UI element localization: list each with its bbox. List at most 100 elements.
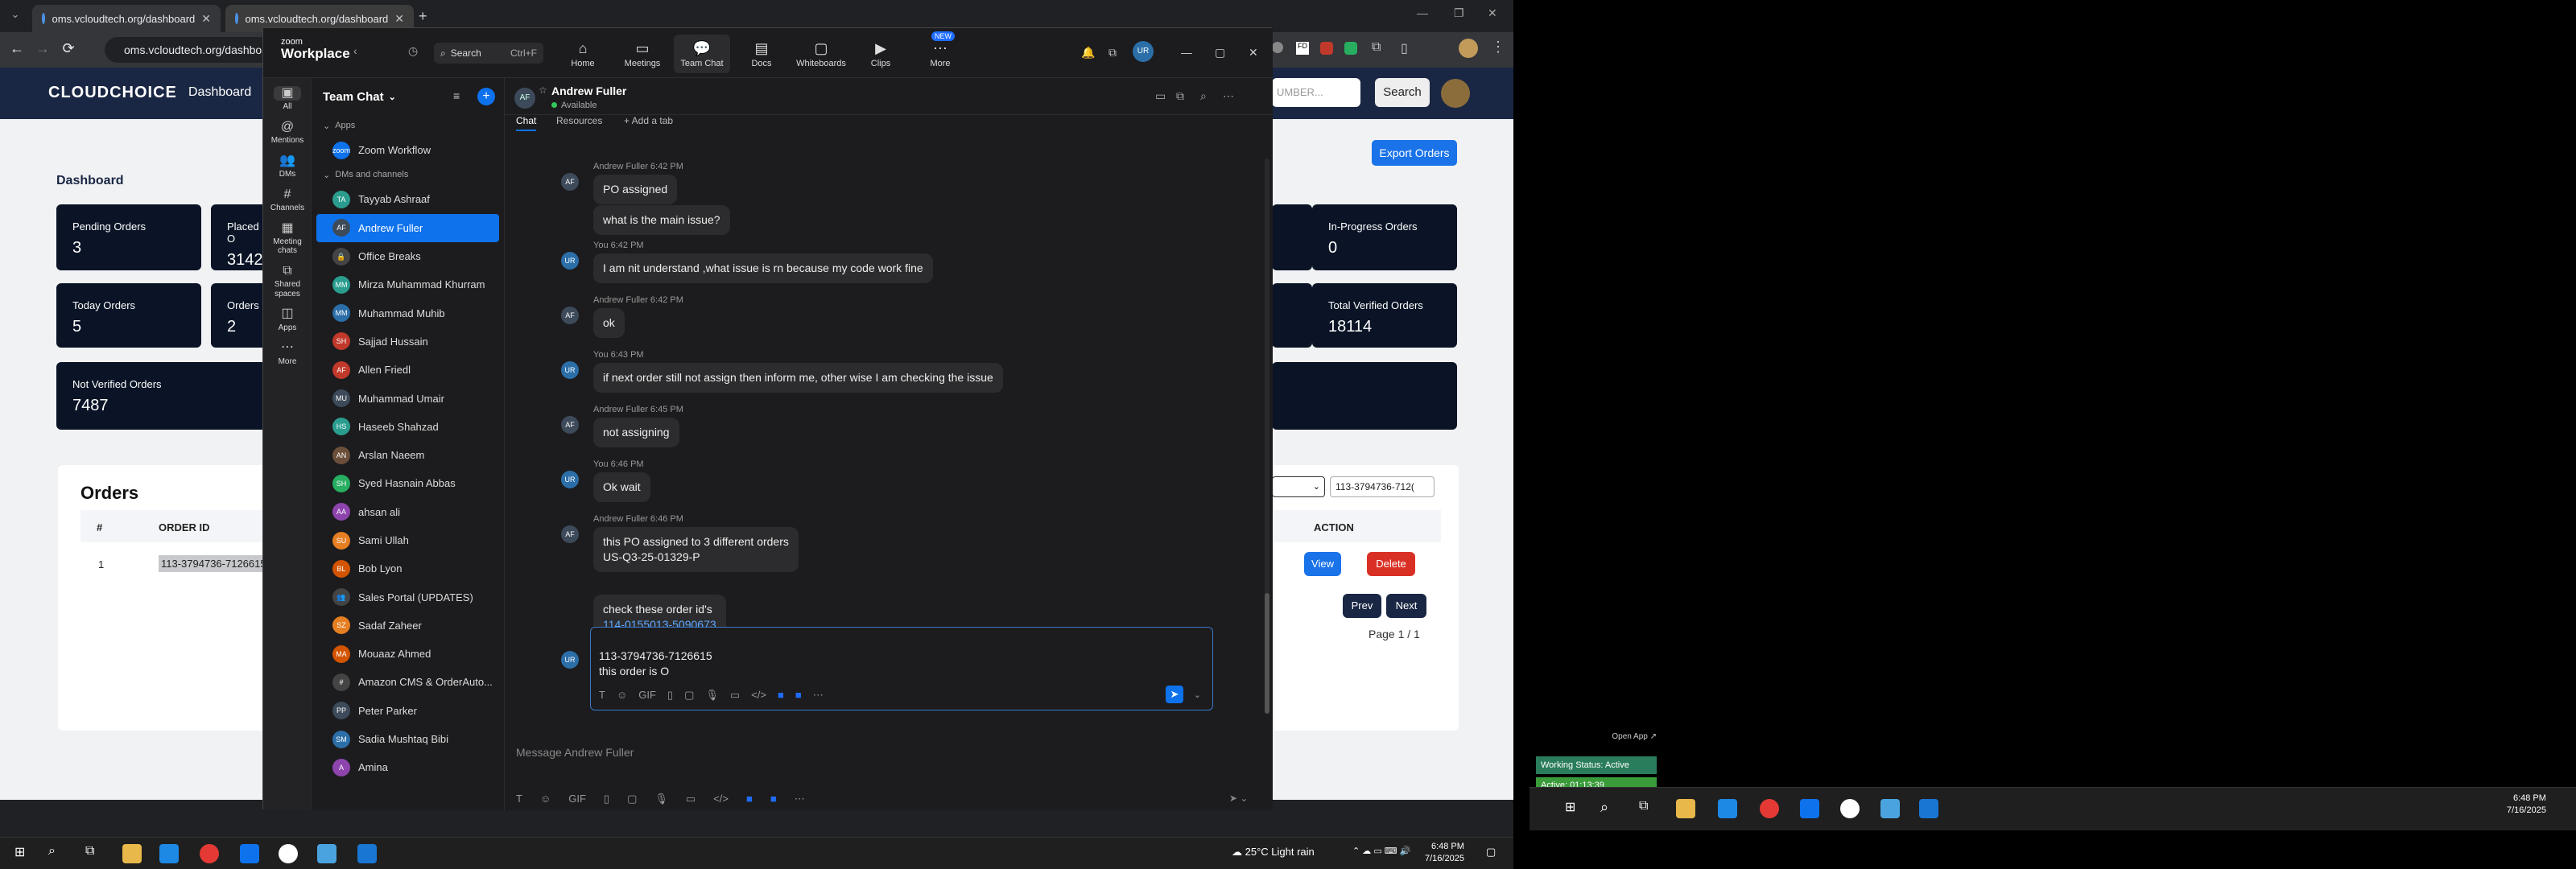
contact-item[interactable]: AF Allen Friedl	[316, 356, 499, 384]
message-avatar[interactable]: AF	[561, 525, 579, 543]
microphone-icon[interactable]: 🎙	[705, 689, 719, 702]
more-icon[interactable]: ⋯	[813, 689, 824, 702]
screen-share-icon[interactable]: ⧉	[1176, 89, 1184, 103]
tab-resources[interactable]: Resources	[556, 115, 602, 126]
code-icon[interactable]: </>	[713, 793, 729, 805]
rail-shared-spaces[interactable]: ⧉ Shared spaces	[263, 264, 312, 299]
export-orders-button[interactable]: Export Orders	[1372, 140, 1457, 166]
contact-item[interactable]: SU Sami Ullah	[316, 526, 499, 554]
app-icon[interactable]	[317, 844, 336, 863]
app-icon[interactable]	[1880, 799, 1900, 818]
tab-docs[interactable]: ▤ Docs	[733, 35, 790, 73]
store-icon[interactable]	[159, 844, 179, 863]
send-icon[interactable]: ➤ ⌄	[1229, 793, 1248, 804]
history-icon[interactable]: ◷	[408, 44, 418, 58]
chat-message[interactable]: AF Andrew Fuller 6:42 PM PO assigned	[561, 162, 1261, 204]
bell-icon[interactable]: 🔔	[1081, 46, 1095, 60]
attach-file-icon[interactable]: ▯	[604, 793, 609, 805]
my-avatar[interactable]: UR	[1133, 41, 1154, 62]
tab-home[interactable]: ⌂ Home	[555, 35, 611, 73]
close-icon[interactable]: ✕	[1249, 46, 1258, 60]
app-icon[interactable]	[1840, 799, 1860, 818]
contact-avatar[interactable]: AF	[514, 88, 535, 109]
extension-icon[interactable]	[1320, 42, 1333, 55]
format-text-icon[interactable]: T	[599, 689, 605, 702]
contact-item[interactable]: MM Muhammad Muhib	[316, 299, 499, 327]
rail-mentions[interactable]: @ Mentions	[263, 120, 312, 146]
tab-more[interactable]: NEW ⋯ More	[912, 31, 968, 73]
gif-icon[interactable]: GIF	[638, 689, 656, 702]
message-avatar[interactable]: AF	[561, 173, 579, 191]
chat-message[interactable]: AF Andrew Fuller 6:45 PM not assigning	[561, 405, 1261, 447]
more-icon[interactable]: ⋯	[795, 793, 805, 805]
emoji-icon[interactable]: ☺	[540, 793, 551, 805]
clock[interactable]: 6:48 PM 7/16/2025	[1425, 841, 1464, 866]
search-icon[interactable]: ⌕	[1200, 89, 1207, 103]
section-apps[interactable]: ⌄ Apps	[312, 115, 504, 136]
contact-item[interactable]: AF Andrew Fuller	[316, 213, 499, 242]
site-logo[interactable]: CLOUDCHOICE	[48, 84, 177, 102]
task-view-icon[interactable]: ⧉	[1639, 799, 1648, 813]
chrome-icon[interactable]	[1760, 799, 1779, 818]
message-input[interactable]: Message Andrew Fuller	[516, 746, 634, 759]
video-icon[interactable]: ▭	[1155, 89, 1166, 103]
chat-contact-name[interactable]: Andrew Fuller	[551, 84, 626, 97]
format-text-icon[interactable]: T	[516, 793, 522, 805]
restore-icon[interactable]: ❐	[1454, 6, 1464, 20]
contact-item[interactable]: HS Haseeb Shahzad	[316, 413, 499, 441]
tab-clips[interactable]: ▶ Clips	[852, 35, 909, 73]
extensions-puzzle-icon[interactable]: ⧉	[1372, 40, 1381, 55]
tab-meetings[interactable]: ▭ Meetings	[614, 35, 671, 73]
microphone-icon[interactable]: 🎙	[654, 793, 668, 805]
video-message-icon[interactable]: ▭	[730, 689, 740, 702]
send-options-chevron-icon[interactable]: ⌄	[1194, 690, 1201, 700]
contact-item[interactable]: MM Mirza Muhammad Khurram	[316, 270, 499, 299]
tab-add[interactable]: + Add a tab	[624, 115, 673, 126]
contact-item[interactable]: SH Sajjad Hussain	[316, 327, 499, 356]
video-message-icon[interactable]: ▭	[686, 793, 696, 805]
search-icon[interactable]: ⌕	[1600, 799, 1608, 816]
reload-icon[interactable]: ⟳	[58, 40, 79, 57]
close-tab-icon[interactable]: ✕	[201, 12, 211, 26]
tab-chat[interactable]: Chat	[516, 115, 537, 131]
clock[interactable]: 6:48 PM 7/16/2025	[2507, 793, 2546, 818]
vscode-icon[interactable]	[1919, 799, 1938, 818]
new-tab-button[interactable]: +	[419, 8, 427, 25]
zoom-taskbar-icon[interactable]	[1800, 799, 1819, 818]
emoji-icon[interactable]: ☺	[617, 689, 627, 702]
message-avatar[interactable]: AF	[561, 416, 579, 434]
window-icon[interactable]: ⧉	[1108, 46, 1117, 60]
section-dms-channels[interactable]: ⌄ DMs and channels	[312, 164, 504, 185]
nav-dashboard-link[interactable]: Dashboard	[188, 85, 251, 100]
delete-button[interactable]: Delete	[1367, 552, 1415, 576]
rail-dms[interactable]: 👥 DMs	[263, 154, 312, 179]
windows-start-icon[interactable]: ⊞	[1565, 799, 1575, 815]
screenshot-icon[interactable]: ▢	[627, 793, 637, 805]
search-button[interactable]: Search	[1375, 78, 1430, 107]
app-icon[interactable]: ■	[795, 689, 802, 702]
zoom-search-input[interactable]: ⌕ Search Ctrl+F	[434, 43, 543, 64]
contact-item[interactable]: MA Mouaaz Ahmed	[316, 640, 499, 668]
app-icon[interactable]: ■	[770, 793, 777, 805]
close-icon[interactable]: ✕	[1488, 6, 1497, 20]
extension-icon[interactable]: FD	[1296, 42, 1309, 55]
chrome-menu-icon[interactable]: ⋮	[1491, 39, 1505, 56]
contact-item[interactable]: A Amina	[316, 753, 499, 781]
tab-search-icon[interactable]: ⌄	[5, 8, 26, 21]
contact-item[interactable]: AN Arslan Naeem	[316, 441, 499, 469]
contact-item[interactable]: PP Peter Parker	[316, 697, 499, 725]
back-icon[interactable]: ‹	[353, 44, 357, 57]
chat-message[interactable]: UR You 6:46 PM Ok wait	[561, 459, 1261, 502]
team-chat-header[interactable]: Team Chat ⌄	[312, 78, 504, 115]
store-icon[interactable]	[1718, 799, 1737, 818]
contact-item[interactable]: 👥 Sales Portal (UPDATES)	[316, 583, 499, 611]
attach-file-icon[interactable]: ▯	[667, 689, 673, 702]
message-avatar[interactable]: AF	[561, 307, 579, 324]
reply-editor[interactable]: 113-3794736-7126615 this order is O T ☺ …	[590, 627, 1213, 710]
chat-message[interactable]: what is the main issue?	[561, 202, 1261, 235]
contact-item[interactable]: SM Sadia Mushtaq Bibi	[316, 725, 499, 753]
send-button[interactable]: ➤	[1166, 686, 1183, 703]
contact-item[interactable]: TA Tayyab Ashraaf	[316, 185, 499, 213]
chrome-icon[interactable]	[200, 844, 219, 863]
close-tab-icon[interactable]: ✕	[394, 12, 404, 26]
